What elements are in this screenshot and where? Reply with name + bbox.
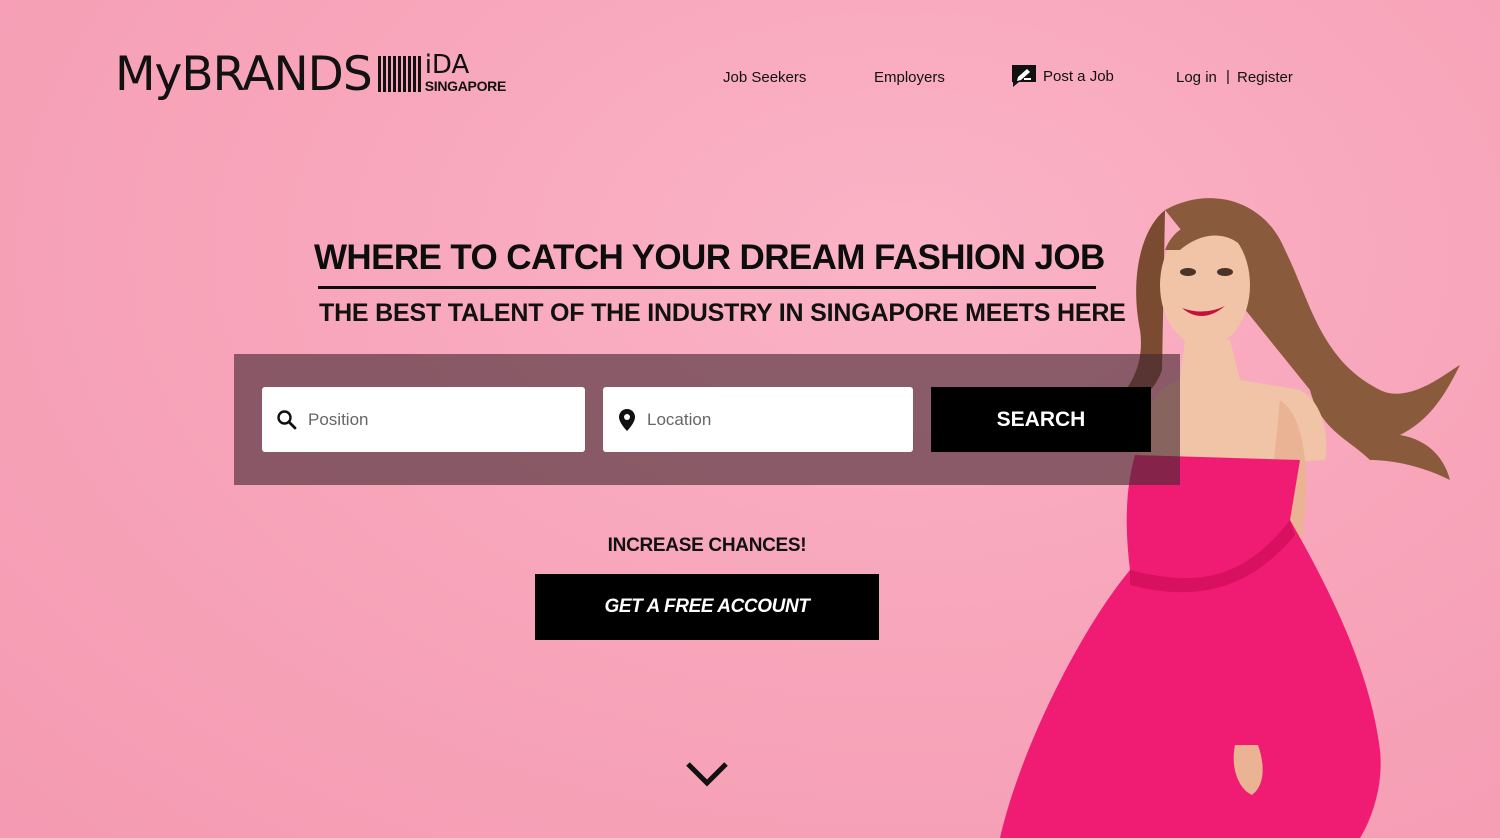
brand-name: MyBRANDS bbox=[115, 47, 373, 102]
search-icon bbox=[277, 409, 297, 429]
nav-post-job[interactable]: Post a Job bbox=[1011, 64, 1114, 88]
barcode-mark bbox=[377, 56, 421, 92]
brand-logo[interactable]: MyBRANDS iDA SINGAPORE bbox=[115, 50, 506, 100]
get-free-account-button[interactable]: GET A FREE ACCOUNT bbox=[535, 574, 879, 640]
cta-label: INCREASE CHANCES! bbox=[607, 535, 807, 556]
partner-sub: SINGAPORE bbox=[424, 78, 507, 94]
partner-name: iDA bbox=[424, 50, 470, 80]
nav-job-seekers[interactable]: Job Seekers bbox=[723, 69, 806, 86]
hero-headline: WHERE TO CATCH YOUR DREAM FASHION JOB bbox=[314, 238, 1105, 277]
hero-subheadline: THE BEST TALENT OF THE INDUSTRY IN SINGA… bbox=[319, 299, 1126, 327]
nav-post-job-label: Post a Job bbox=[1043, 67, 1114, 85]
nav-login[interactable]: Log in bbox=[1176, 69, 1217, 86]
chevron-down-icon[interactable] bbox=[684, 758, 730, 790]
job-search-form: SEARCH bbox=[234, 354, 1180, 485]
headline-underline bbox=[318, 286, 1096, 289]
nav-separator: | bbox=[1226, 68, 1230, 85]
location-input[interactable] bbox=[647, 409, 887, 430]
location-pin-icon bbox=[619, 408, 635, 431]
search-button[interactable]: SEARCH bbox=[931, 387, 1151, 452]
position-field[interactable] bbox=[262, 387, 585, 452]
nav-register[interactable]: Register bbox=[1237, 69, 1293, 86]
position-input[interactable] bbox=[308, 409, 548, 430]
location-field[interactable] bbox=[603, 387, 913, 452]
post-job-icon bbox=[1012, 65, 1036, 87]
partner-logo: iDA SINGAPORE bbox=[424, 50, 507, 94]
nav-employers[interactable]: Employers bbox=[874, 69, 945, 86]
